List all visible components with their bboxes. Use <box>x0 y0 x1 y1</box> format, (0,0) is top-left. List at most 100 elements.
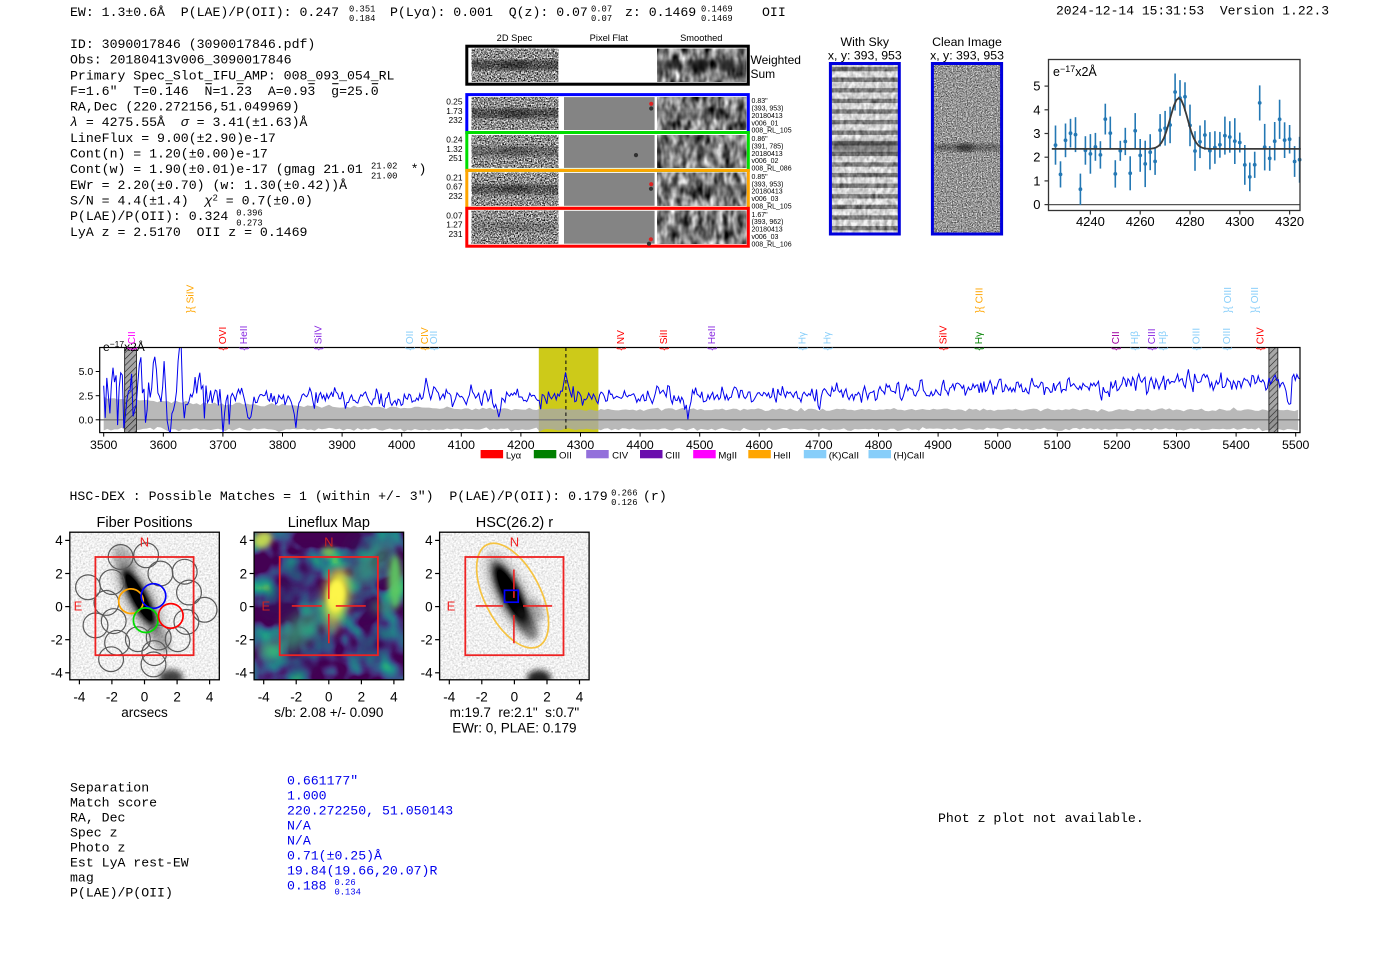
svg-text:{ Hβ: { Hβ <box>1158 331 1169 351</box>
svg-text:2024-12-14 15:31:53 Version 1: 2024-12-14 15:31:53 Version 1.22.3 <box>1056 4 1329 19</box>
svg-text:20180413: 20180413 <box>752 227 783 234</box>
svg-text:HeII: HeII <box>773 450 791 461</box>
svg-text:-4: -4 <box>51 666 63 681</box>
svg-text:1: 1 <box>1033 173 1040 188</box>
svg-text:-2: -2 <box>476 690 488 705</box>
svg-text:v006_01: v006_01 <box>752 120 779 127</box>
svg-text:{ HeII: { HeII <box>239 326 250 351</box>
svg-text:OII: OII <box>762 5 786 20</box>
svg-text:(K)CaII: (K)CaII <box>829 450 859 461</box>
svg-text:{ Hβ: { Hβ <box>1130 331 1141 351</box>
svg-text:2: 2 <box>240 566 248 581</box>
svg-text:5300: 5300 <box>1163 438 1191 452</box>
svg-text:0.26: 0.26 <box>335 878 356 888</box>
svg-text:0.83": 0.83" <box>752 98 769 105</box>
svg-text:Spec z: Spec z <box>70 826 117 841</box>
svg-text:20180413: 20180413 <box>752 151 783 158</box>
svg-text:Smoothed: Smoothed <box>680 33 722 43</box>
svg-text:Separation: Separation <box>70 781 149 796</box>
svg-text:LyA z = 2.5170 OII z = 0.1469: LyA z = 2.5170 OII z = 0.1469 <box>70 225 307 240</box>
svg-text:21.00: 21.00 <box>371 171 397 181</box>
svg-text:0: 0 <box>141 690 149 705</box>
svg-text:0.661177": 0.661177" <box>287 774 358 789</box>
svg-text:3700: 3700 <box>209 438 237 452</box>
svg-text:0: 0 <box>240 599 248 614</box>
svg-text:4: 4 <box>390 690 398 705</box>
svg-text:EWr = 2.20(±0.70) (w: 1.30(±0.: EWr = 2.20(±0.70) (w: 1.30(±0.42))Å <box>70 178 347 193</box>
svg-text:E: E <box>74 599 83 614</box>
svg-text:2D Spec: 2D Spec <box>497 33 533 43</box>
svg-text:2: 2 <box>55 566 63 581</box>
svg-text:Sum: Sum <box>751 67 776 81</box>
svg-text:-2: -2 <box>290 690 302 705</box>
svg-text:5100: 5100 <box>1044 438 1072 452</box>
svg-text:HSC-DEX : Possible Matches = 1: HSC-DEX : Possible Matches = 1 (within +… <box>70 489 608 504</box>
svg-text:4: 4 <box>425 533 433 548</box>
svg-text:{ SiIV: { SiIV <box>314 325 325 350</box>
svg-text:-2: -2 <box>51 633 63 648</box>
svg-text:4600: 4600 <box>746 438 774 452</box>
svg-text:1.67": 1.67" <box>752 212 769 219</box>
svg-text:0: 0 <box>425 599 433 614</box>
svg-text:0: 0 <box>1033 197 1040 212</box>
svg-text:008_RL_086: 008_RL_086 <box>752 166 792 173</box>
svg-text:0: 0 <box>325 690 333 705</box>
svg-text:Weighted: Weighted <box>751 53 801 67</box>
svg-text:3800: 3800 <box>269 438 297 452</box>
svg-text:5: 5 <box>1033 79 1040 94</box>
svg-text:EW: 1.3±0.6Å P(LAE)/P(OII): 0: EW: 1.3±0.6Å P(LAE)/P(OII): 0.247 <box>70 5 339 20</box>
svg-text:2: 2 <box>543 690 551 705</box>
svg-text:0.1469: 0.1469 <box>701 4 733 14</box>
svg-text:231: 231 <box>449 229 463 239</box>
svg-text:P(LAE)/P(OII): 0.324: P(LAE)/P(OII): 0.324 <box>70 209 228 224</box>
svg-text:0: 0 <box>55 599 63 614</box>
svg-text:4: 4 <box>1033 102 1040 117</box>
svg-text:4100: 4100 <box>448 438 476 452</box>
svg-text:4: 4 <box>240 533 248 548</box>
svg-text:With Sky: With Sky <box>841 35 890 49</box>
svg-text:3: 3 <box>1033 126 1040 141</box>
svg-text:RA, Dec: RA, Dec <box>70 811 125 826</box>
svg-text:0.134: 0.134 <box>335 888 361 898</box>
svg-text:{ NV: { NV <box>616 330 627 351</box>
svg-text:0: 0 <box>511 690 519 705</box>
svg-text:S/N = 4.4(±1.4) χ2 = 0.7(±0.0: S/N = 4.4(±1.4) χ2 = 0.7(±0.0) <box>70 194 313 209</box>
svg-text:z: 0.1469: z: 0.1469 <box>625 5 696 20</box>
svg-text:008_RL_106: 008_RL_106 <box>752 241 792 248</box>
svg-text:E: E <box>447 599 456 614</box>
svg-text:0.184: 0.184 <box>349 14 375 24</box>
svg-text:CIV: CIV <box>612 450 629 461</box>
svg-text:{ Hγ: { Hγ <box>823 331 834 351</box>
svg-text:x, y: 393, 953: x, y: 393, 953 <box>930 49 1004 63</box>
svg-text:-2: -2 <box>421 633 433 648</box>
svg-text:{ OVI: { OVI <box>218 327 229 351</box>
svg-text:N/A: N/A <box>287 834 311 849</box>
svg-text:4500: 4500 <box>686 438 714 452</box>
svg-text:{ CII: { CII <box>127 331 138 350</box>
svg-text:0.86": 0.86" <box>752 136 769 143</box>
svg-text:mag: mag <box>70 871 94 886</box>
svg-text:4300: 4300 <box>1225 214 1254 229</box>
svg-text:(393, 953): (393, 953) <box>752 106 784 113</box>
svg-text:N: N <box>324 535 333 550</box>
svg-text:F=1.6" T=0.146 N=1.23 A=0.9: F=1.6" T=0.146 N=1.23 A=0.93 g=25.0 <box>70 84 379 99</box>
svg-text:{ CII: { CII <box>1111 331 1122 350</box>
svg-text:Fiber Positions: Fiber Positions <box>97 515 193 531</box>
svg-text:v006_03: v006_03 <box>752 196 779 203</box>
svg-text:v006_02: v006_02 <box>752 158 779 165</box>
svg-text:008_RL_105: 008_RL_105 <box>752 204 792 211</box>
svg-text:{ Hγ: { Hγ <box>974 331 985 351</box>
svg-text:3900: 3900 <box>328 438 356 452</box>
svg-text:20180413: 20180413 <box>752 189 783 196</box>
svg-text:2: 2 <box>173 690 181 705</box>
svg-text:}{ CIII: }{ CIII <box>975 288 986 313</box>
svg-text:Lyα: Lyα <box>506 450 522 461</box>
svg-text:{ SiIV: { SiIV <box>939 325 950 350</box>
svg-text:19.84(19.66,20.07)R: 19.84(19.66,20.07)R <box>287 864 437 879</box>
svg-text:21.02: 21.02 <box>371 162 397 172</box>
svg-text:1.000: 1.000 <box>287 789 327 804</box>
svg-text:5000: 5000 <box>984 438 1012 452</box>
svg-text:-4: -4 <box>235 666 247 681</box>
svg-text:{ SiII: { SiII <box>659 330 670 351</box>
svg-text:4260: 4260 <box>1126 214 1155 229</box>
